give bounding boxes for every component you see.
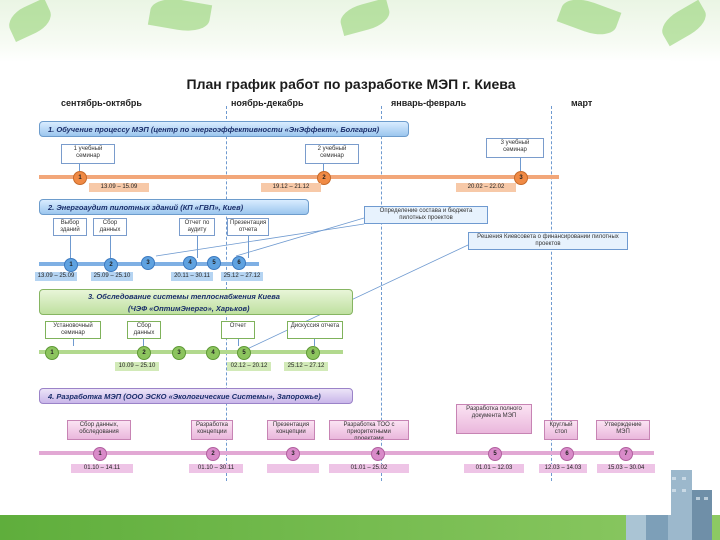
phase-4-concept-presentation: Презентация концепции	[267, 420, 315, 440]
month-label-jan-feb: январь-февраль	[391, 98, 467, 108]
phase-4-header: 4. Разработка МЭП (ООО ЭСКО «Экологическ…	[39, 388, 353, 404]
phase-3-date-1: 10.09 – 25.10	[115, 362, 159, 371]
phase-4-date-4: 01.01 – 12.03	[464, 464, 524, 473]
phase-3-milestone-2: 2	[137, 346, 151, 360]
phase-3-milestone-1: 1	[45, 346, 59, 360]
phase-3-kickoff-seminar: Установочный семинар	[45, 321, 101, 339]
phase-4-milestone-5: 5	[488, 447, 502, 461]
phase-1-milestone-3: 3	[514, 171, 528, 185]
phase-4-feasibility-priority-projects: Разработка ТОО с приоритетными проектами	[329, 420, 409, 440]
phase-2-date-2: 25.09 – 25.10	[91, 272, 133, 281]
phase-3-data-collection: Сбор данных	[127, 321, 161, 339]
phase-3-milestone-4: 4	[206, 346, 220, 360]
schedule-slide: План график работ по разработке МЭП г. К…	[31, 60, 671, 515]
connector	[110, 236, 111, 258]
phase-1-seminar-1: 1 учебный семинар	[61, 144, 115, 164]
phase-4-milestone-7: 7	[619, 447, 633, 461]
connector	[143, 339, 144, 346]
connector	[197, 236, 198, 258]
phase-4-plan-approval: Утверждение МЭП	[596, 420, 650, 440]
phase-2-select-buildings: Выбор зданий	[53, 218, 87, 236]
connector	[248, 236, 249, 258]
phase-3-milestone-6: 6	[306, 346, 320, 360]
phase-2-note-kyiv-council: Решения Киевсовета о финансировании пило…	[468, 232, 628, 250]
phase-2-date-1: 13.09 – 25.09	[35, 272, 77, 281]
phase-3-subtitle: (ЧЭФ «ОптимЭнерго», Харьков)	[128, 304, 250, 313]
phase-2-date-4: 25.12 – 27.12	[221, 272, 263, 281]
phase-4-milestone-1: 1	[93, 447, 107, 461]
phase-2-milestone-3: 3	[141, 256, 155, 270]
phase-3-track	[39, 350, 343, 354]
phase-2-date-3: 20.11 – 30.11	[171, 272, 213, 281]
phase-4-round-table: Круглый стол	[544, 420, 578, 440]
phase-3-milestone-3: 3	[172, 346, 186, 360]
phase-4-data-collection: Сбор данных, обследования	[67, 420, 131, 440]
phase-2-milestone-5: 5	[207, 256, 221, 270]
phase-2-audit-report: Отчет по аудиту	[179, 218, 215, 236]
phase-4-milestone-2: 2	[206, 447, 220, 461]
month-label-mar: март	[571, 98, 593, 108]
month-label-nov-dec: ноябрь-декабрь	[231, 98, 304, 108]
phase-3-header: 3. Обследование системы теплоснабжения К…	[39, 289, 353, 315]
phase-4-date-6: 15.03 – 30.04	[597, 464, 655, 473]
connector	[73, 339, 74, 346]
phase-3-milestone-5: 5	[237, 346, 251, 360]
phase-1-seminar-3: 3 учебный семинар	[486, 138, 544, 158]
phase-3-date-2: 02.12 – 20.12	[227, 362, 271, 371]
phase-1-date-2: 19.12 – 21.12	[261, 183, 321, 192]
connector	[520, 158, 521, 171]
connector	[314, 339, 315, 346]
phase-3-title: 3. Обследование системы теплоснабжения К…	[88, 292, 280, 301]
phase-1-date-1: 13.09 – 15.09	[89, 183, 149, 192]
phase-4-date-1: 01.10 – 14.11	[71, 464, 133, 473]
phase-2-milestone-1: 1	[64, 258, 78, 272]
phase-2-milestone-4: 4	[183, 256, 197, 270]
phase-4-date-2: 01.10 – 30.11	[189, 464, 243, 473]
phase-1-seminar-2: 2 учебный семинар	[305, 144, 359, 164]
page-title: План график работ по разработке МЭП г. К…	[186, 76, 516, 92]
phase-4-date-3: 01.01 – 25.02	[329, 464, 409, 473]
phase-4-milestone-6: 6	[560, 447, 574, 461]
phase-1-track	[39, 175, 559, 179]
phase-4-milestone-4: 4	[371, 447, 385, 461]
phase-3-report-discussion: Дискуссия отчета	[287, 321, 343, 339]
phase-1-date-3: 20.02 – 22.02	[456, 183, 516, 192]
phase-1-milestone-1: 1	[73, 171, 87, 185]
phase-3-date-3: 25.12 – 27.12	[284, 362, 328, 371]
phase-4-date-blank	[267, 464, 319, 473]
connector	[238, 339, 239, 346]
phase-1-header: 1. Обучение процессу МЭП (центр по энерг…	[39, 121, 409, 137]
phase-2-data-collection: Сбор данных	[93, 218, 127, 236]
phase-2-note-budget: Определение состава и бюджета пилотных п…	[364, 206, 488, 224]
phase-3-report: Отчет	[221, 321, 255, 339]
connector	[70, 236, 71, 258]
phase-2-report-presentation: Презентация отчета	[227, 218, 269, 236]
month-label-sep-oct: сентябрь-октябрь	[61, 98, 142, 108]
phase-4-milestone-3: 3	[286, 447, 300, 461]
phase-2-header: 2. Энергоаудит пилотных зданий (КП «ГВП»…	[39, 199, 309, 215]
phase-4-date-5: 12.03 – 14.03	[539, 464, 587, 473]
phase-4-full-document: Разработка полного документа МЭП	[456, 404, 532, 434]
phase-4-concept-development: Разработка концепции	[191, 420, 233, 440]
phase-2-milestone-2: 2	[104, 258, 118, 272]
phase-2-milestone-6: 6	[232, 256, 246, 270]
